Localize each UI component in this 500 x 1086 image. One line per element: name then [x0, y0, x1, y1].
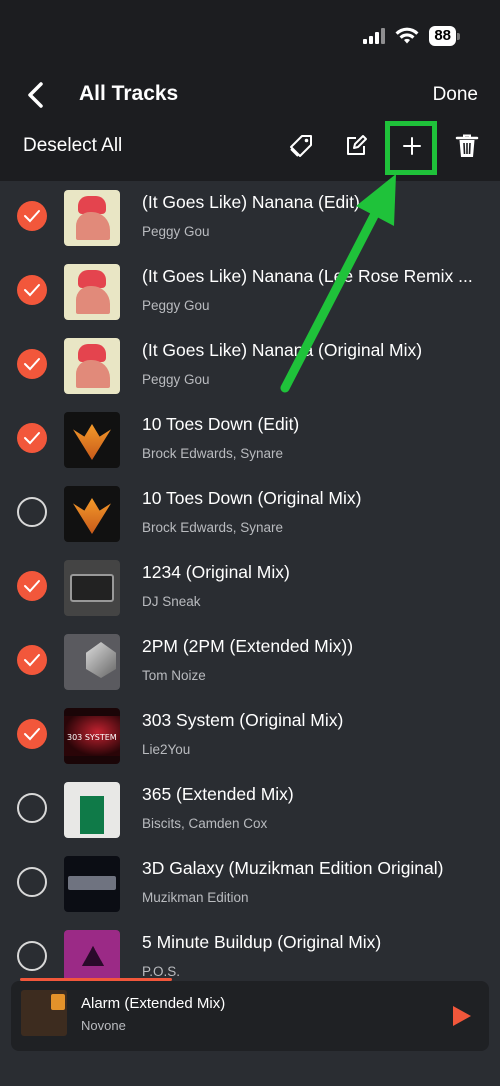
checkbox-checked[interactable] [17, 645, 47, 675]
album-art [64, 486, 120, 542]
track-row[interactable]: 3D Galaxy (Muzikman Edition Original) Mu… [0, 847, 500, 921]
track-artist: Brock Edwards, Synare [142, 446, 284, 461]
cellular-signal-icon [363, 28, 386, 44]
album-art [64, 856, 120, 912]
check-icon [24, 580, 40, 593]
check-icon [24, 654, 40, 667]
track-title: (It Goes Like) Nanana (Lee Rose Remix ..… [142, 266, 473, 286]
track-row[interactable]: (It Goes Like) Nanana (Edit) Peggy Gou [0, 181, 500, 255]
album-art [64, 560, 120, 616]
track-row[interactable]: (It Goes Like) Nanana (Original Mix) Peg… [0, 329, 500, 403]
wifi-icon [395, 27, 419, 44]
now-playing-artist: Novone [81, 1018, 126, 1033]
track-title: 3D Galaxy (Muzikman Edition Original) [142, 858, 444, 878]
album-art [64, 264, 120, 320]
track-title: (It Goes Like) Nanana (Original Mix) [142, 340, 423, 360]
track-artist: Muzikman Edition [142, 890, 249, 905]
album-art: 303 SYSTEM [64, 708, 120, 764]
checkbox-checked[interactable] [17, 571, 47, 601]
track-row[interactable]: 303 SYSTEM 303 System (Original Mix) Lie… [0, 699, 500, 773]
checkbox-unchecked[interactable] [17, 497, 47, 527]
track-row[interactable]: 2PM (2PM (Extended Mix)) Tom Noize [0, 625, 500, 699]
track-row[interactable]: (It Goes Like) Nanana (Lee Rose Remix ..… [0, 255, 500, 329]
track-title: 303 System (Original Mix) [142, 710, 344, 730]
checkbox-unchecked[interactable] [17, 941, 47, 971]
tag-button[interactable] [286, 131, 316, 161]
track-row[interactable]: 1234 (Original Mix) DJ Sneak [0, 551, 500, 625]
track-artist: P.O.S. [142, 964, 181, 979]
track-row[interactable]: 10 Toes Down (Original Mix) Brock Edward… [0, 477, 500, 551]
checkbox-checked[interactable] [17, 275, 47, 305]
page-title: All Tracks [79, 82, 179, 105]
top-bar: 88 All Tracks Done Deselect All [0, 0, 500, 181]
track-artist: Lie2You [142, 742, 191, 757]
track-artist: Brock Edwards, Synare [142, 520, 284, 535]
tag-icon [290, 135, 312, 157]
track-artist: DJ Sneak [142, 594, 201, 609]
checkbox-unchecked[interactable] [17, 793, 47, 823]
delete-button[interactable] [452, 131, 482, 161]
trash-icon [455, 134, 479, 157]
highlight-box-annotation [385, 121, 437, 175]
back-chevron-icon[interactable] [24, 80, 48, 110]
done-button[interactable]: Done [433, 84, 478, 106]
edit-icon [347, 135, 367, 155]
track-artist: Peggy Gou [142, 224, 210, 239]
checkbox-checked[interactable] [17, 423, 47, 453]
play-icon[interactable] [451, 1004, 473, 1028]
deselect-all-button[interactable]: Deselect All [23, 135, 122, 157]
battery-indicator: 88 [429, 26, 460, 46]
album-art [64, 412, 120, 468]
edit-button[interactable] [341, 131, 371, 161]
check-icon [24, 432, 40, 445]
check-icon [24, 728, 40, 741]
track-title: (It Goes Like) Nanana (Edit) [142, 192, 360, 212]
checkbox-unchecked[interactable] [17, 867, 47, 897]
album-art [64, 634, 120, 690]
track-title: 10 Toes Down (Edit) [142, 414, 300, 434]
check-icon [24, 210, 40, 223]
checkbox-checked[interactable] [17, 349, 47, 379]
album-art [64, 338, 120, 394]
track-title: 10 Toes Down (Original Mix) [142, 488, 362, 508]
track-title: 365 (Extended Mix) [142, 784, 294, 804]
track-artist: Peggy Gou [142, 298, 210, 313]
track-row[interactable]: 10 Toes Down (Edit) Brock Edwards, Synar… [0, 403, 500, 477]
mini-player[interactable]: Alarm (Extended Mix) Novone [11, 981, 489, 1051]
check-icon [24, 358, 40, 371]
track-artist: Biscits, Camden Cox [142, 816, 268, 831]
checkbox-checked[interactable] [17, 719, 47, 749]
track-title: 5 Minute Buildup (Original Mix) [142, 932, 382, 952]
album-art-text: 303 SYSTEM [67, 733, 117, 742]
track-row[interactable]: 365 (Extended Mix) Biscits, Camden Cox [0, 773, 500, 847]
track-artist: Peggy Gou [142, 372, 210, 387]
track-title: 1234 (Original Mix) [142, 562, 290, 582]
now-playing-art [21, 990, 67, 1036]
now-playing-title: Alarm (Extended Mix) [81, 995, 226, 1012]
checkbox-checked[interactable] [17, 201, 47, 231]
status-bar: 88 [363, 24, 460, 48]
album-art [64, 782, 120, 838]
track-title: 2PM (2PM (Extended Mix)) [142, 636, 354, 656]
album-art [64, 190, 120, 246]
track-artist: Tom Noize [142, 668, 206, 683]
check-icon [24, 284, 40, 297]
